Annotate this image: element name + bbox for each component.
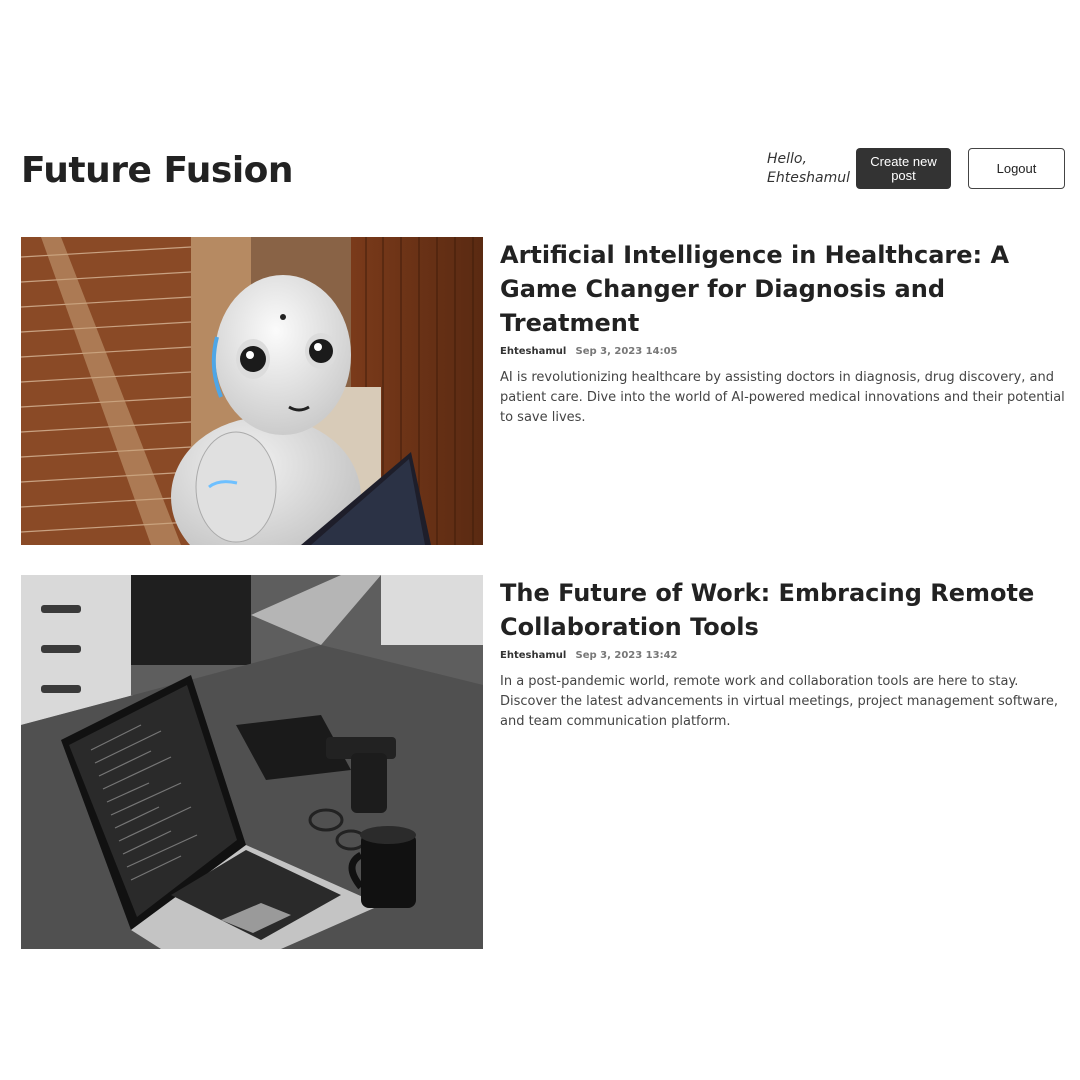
post-card: Artificial Intelligence in Healthcare: A… [21, 237, 1065, 545]
post-author: Ehteshamul [500, 650, 567, 661]
site-logo[interactable]: Future Fusion [21, 150, 294, 191]
post-image-robot[interactable] [21, 237, 483, 545]
robot-photo-icon [21, 237, 483, 545]
greeting-username: Ehteshamul [767, 170, 850, 186]
post-meta: Ehteshamul Sep 3, 2023 13:42 [500, 649, 1065, 662]
user-greeting: Hello, Ehteshamul [767, 150, 850, 188]
post-time: Sep 3, 2023 13:42 [575, 650, 678, 661]
post-author: Ehteshamul [500, 346, 567, 357]
logout-button[interactable]: Logout [968, 148, 1065, 189]
post-title[interactable]: The Future of Work: Embracing Remote Col… [500, 575, 1065, 644]
post-title[interactable]: Artificial Intelligence in Healthcare: A… [500, 237, 1065, 340]
blog-page: Future Fusion Hello, Ehteshamul Create n… [0, 0, 1080, 1080]
post-card: The Future of Work: Embracing Remote Col… [21, 575, 1065, 949]
site-header: Future Fusion Hello, Ehteshamul Create n… [21, 140, 1065, 200]
post-meta: Ehteshamul Sep 3, 2023 14:05 [500, 345, 1065, 358]
greeting-hello: Hello, [767, 151, 807, 167]
laptop-photo-icon [21, 575, 483, 949]
post-content: Artificial Intelligence in Healthcare: A… [500, 237, 1065, 441]
post-time: Sep 3, 2023 14:05 [575, 346, 678, 357]
post-content: The Future of Work: Embracing Remote Col… [500, 575, 1065, 745]
post-summary: In a post-pandemic world, remote work an… [500, 674, 1058, 729]
create-post-button[interactable]: Create new post [856, 148, 951, 189]
post-image-laptop[interactable] [21, 575, 483, 949]
post-summary: AI is revolutionizing healthcare by assi… [500, 370, 1065, 425]
